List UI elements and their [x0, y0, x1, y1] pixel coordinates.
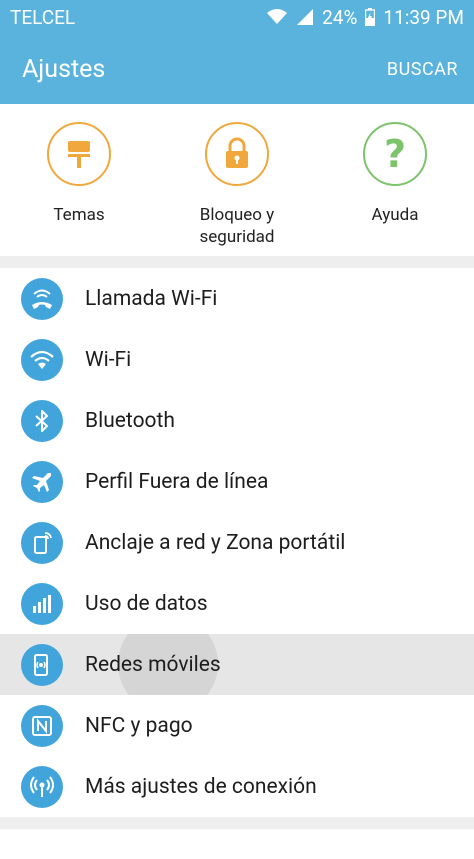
status-right: 24% 11:39 PM — [266, 6, 464, 29]
settings-item-label: Más ajustes de conexión — [85, 774, 317, 799]
settings-item-mas-ajustes[interactable]: Más ajustes de conexión — [0, 756, 474, 817]
quick-item-bloqueo[interactable]: Bloqueo y seguridad — [167, 122, 307, 248]
settings-item-bluetooth[interactable]: Bluetooth — [0, 390, 474, 451]
settings-item-redes-moviles[interactable]: Redes móviles — [0, 634, 474, 695]
quick-item-temas[interactable]: Temas — [9, 122, 149, 226]
battery-percent: 24% — [322, 5, 358, 29]
more-connection-icon — [21, 765, 63, 808]
quick-item-ayuda[interactable]: ? Ayuda — [325, 122, 465, 226]
data-usage-icon — [21, 582, 63, 625]
wifi-signal-icon — [267, 9, 288, 24]
settings-list: Llamada Wi-Fi Wi-Fi Bluetooth Perfil Fue… — [0, 268, 474, 817]
quick-label: Temas — [53, 205, 105, 225]
settings-item-label: Redes móviles — [85, 652, 221, 677]
battery-charging-icon — [365, 8, 376, 26]
carrier-label: TELCEL — [10, 5, 76, 29]
settings-item-label: Llamada Wi-Fi — [85, 286, 218, 311]
lock-icon — [205, 122, 269, 186]
status-bar: TELCEL 24% 11:39 PM — [0, 0, 474, 34]
bluetooth-icon — [21, 399, 63, 442]
airplane-icon — [21, 460, 63, 503]
settings-item-label: NFC y pago — [85, 713, 193, 738]
settings-item-label: Anclaje a red y Zona portátil — [85, 530, 346, 555]
quick-label: Bloqueo y seguridad — [199, 205, 275, 247]
cell-signal-icon — [297, 9, 314, 25]
mobile-networks-icon — [21, 643, 63, 686]
settings-item-anclaje[interactable]: Anclaje a red y Zona portátil — [0, 512, 474, 573]
settings-item-label: Perfil Fuera de línea — [85, 469, 269, 494]
wifi-icon — [21, 338, 63, 381]
paint-roller-icon — [47, 122, 111, 186]
search-button[interactable]: BUSCAR — [387, 59, 458, 80]
help-question-icon: ? — [363, 122, 427, 186]
list-continuation — [0, 829, 474, 859]
app-bar: Ajustes BUSCAR — [0, 34, 474, 104]
section-divider — [0, 817, 474, 829]
quick-settings: Temas Bloqueo y seguridad ? Ayuda — [0, 104, 474, 256]
settings-item-uso-de-datos[interactable]: Uso de datos — [0, 573, 474, 634]
hotspot-icon — [21, 521, 63, 564]
settings-item-nfc[interactable]: NFC y pago — [0, 695, 474, 756]
quick-label: Ayuda — [371, 205, 419, 225]
page-title: Ajustes — [22, 54, 106, 84]
settings-item-wifi[interactable]: Wi-Fi — [0, 329, 474, 390]
settings-item-label: Bluetooth — [85, 408, 175, 433]
nfc-icon — [21, 704, 63, 747]
clock: 11:39 PM — [383, 5, 464, 29]
settings-item-label: Wi-Fi — [85, 347, 132, 372]
wifi-calling-icon — [21, 277, 63, 320]
settings-item-llamada-wifi[interactable]: Llamada Wi-Fi — [0, 268, 474, 329]
settings-item-perfil-fuera-de-linea[interactable]: Perfil Fuera de línea — [0, 451, 474, 512]
settings-item-label: Uso de datos — [85, 591, 208, 616]
section-divider — [0, 256, 474, 268]
